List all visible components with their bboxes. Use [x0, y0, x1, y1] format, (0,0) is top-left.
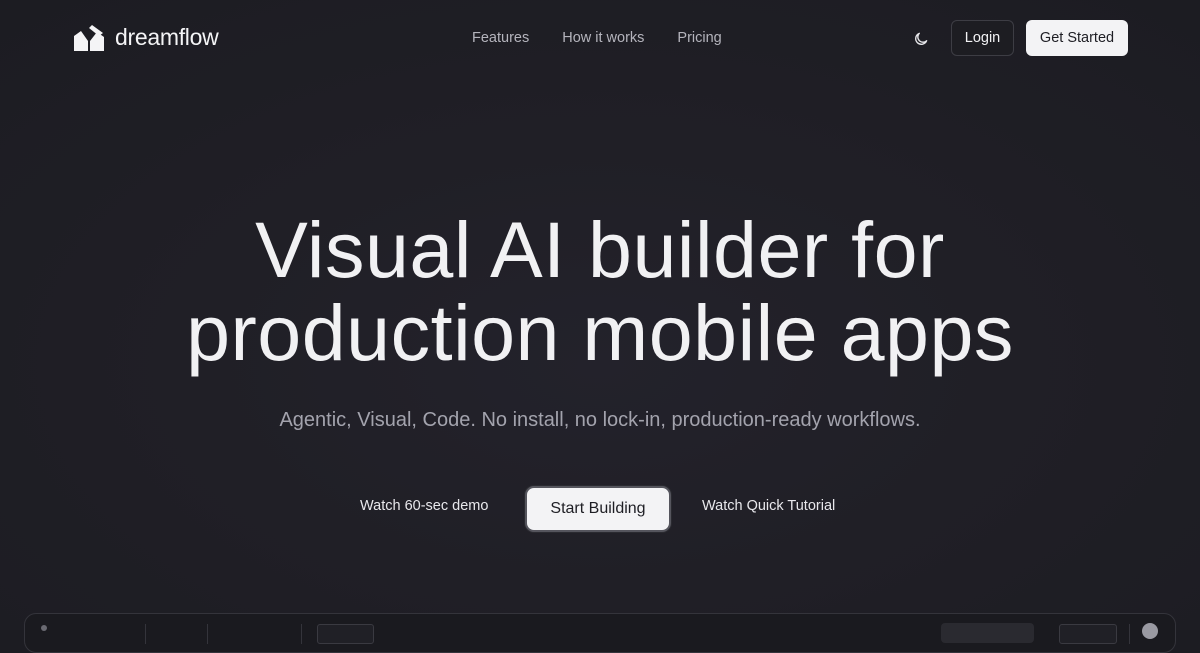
- preview-toolbar-field: [317, 624, 374, 644]
- hero-title-line-2: production mobile apps: [186, 288, 1014, 377]
- moon-icon: [915, 32, 928, 45]
- get-started-button[interactable]: Get Started: [1026, 20, 1128, 56]
- hero-title: Visual AI builder for production mobile …: [0, 208, 1200, 374]
- preview-toolbar-divider: [207, 624, 208, 644]
- cta-row: Watch 60-sec demo Start Building Watch Q…: [0, 486, 1200, 532]
- preview-toolbar-divider: [1129, 624, 1130, 644]
- nav-link-features[interactable]: Features: [472, 30, 529, 46]
- app-preview-window: [24, 613, 1176, 653]
- preview-toolbar-field: [1059, 624, 1117, 644]
- brand-name: dreamflow: [115, 23, 219, 50]
- watch-tutorial-link[interactable]: Watch Quick Tutorial: [702, 498, 835, 514]
- dreamflow-logo-icon: [74, 25, 104, 51]
- brand-logo[interactable]: dreamflow: [72, 23, 219, 53]
- preview-toolbar-divider: [301, 624, 302, 644]
- preview-toolbar-divider: [145, 624, 146, 644]
- theme-toggle-button[interactable]: [906, 24, 936, 54]
- preview-avatar: [1142, 623, 1158, 639]
- nav-link-how-it-works[interactable]: How it works: [562, 30, 644, 46]
- preview-toolbar-button-group: [941, 623, 1034, 643]
- start-building-button[interactable]: Start Building: [525, 486, 671, 532]
- nav-link-pricing[interactable]: Pricing: [677, 30, 721, 46]
- hero-title-line-1: Visual AI builder for: [255, 205, 945, 294]
- login-button[interactable]: Login: [951, 20, 1014, 56]
- main-nav: Features How it works Pricing: [472, 27, 722, 49]
- preview-toolbar-dot: [41, 625, 47, 631]
- hero-subtitle: Agentic, Visual, Code. No install, no lo…: [279, 409, 921, 431]
- watch-demo-link[interactable]: Watch 60-sec demo: [360, 498, 488, 514]
